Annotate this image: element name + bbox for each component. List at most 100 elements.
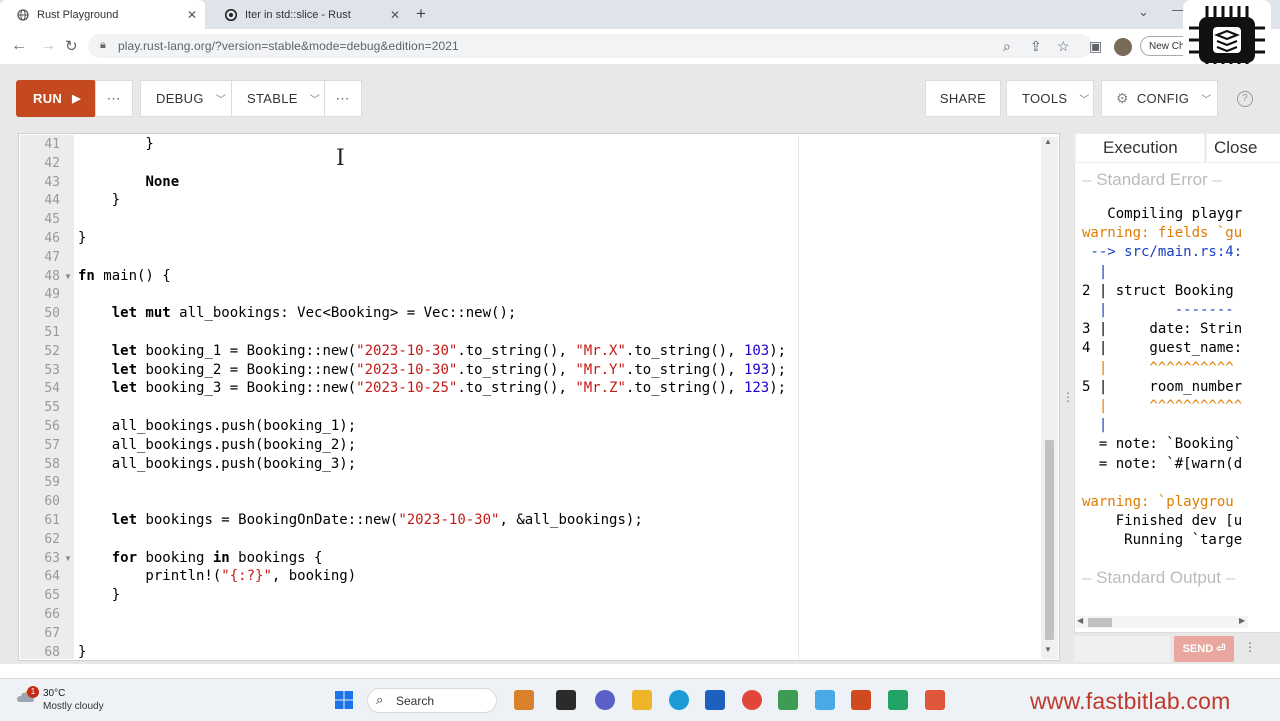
editor-scrollbar-thumb[interactable] — [1045, 440, 1054, 640]
code-line[interactable]: } — [78, 586, 120, 605]
edge-icon[interactable] — [669, 690, 689, 710]
share-button[interactable]: SHARE — [925, 80, 1001, 117]
code-line[interactable]: all_bookings.push(booking_2); — [78, 436, 356, 455]
tab-execution[interactable]: Execution — [1076, 134, 1204, 162]
send-options-icon[interactable]: ⋮ — [1244, 640, 1256, 654]
tools-button[interactable]: TOOLS ﹀ — [1006, 80, 1094, 117]
code-line[interactable]: } — [78, 191, 120, 210]
output-line: = note: `Booking` — [1082, 436, 1243, 453]
store-icon[interactable] — [705, 690, 725, 710]
tab-close-icon[interactable]: ✕ — [186, 8, 198, 22]
line-number: 43 — [44, 174, 60, 190]
code-line[interactable]: } — [78, 643, 86, 662]
channel-stable-button[interactable]: STABLE ﹀ — [231, 80, 325, 117]
line-number: 46 — [44, 231, 60, 246]
tab-rust-playground[interactable]: Rust Playground ✕ — [0, 0, 205, 29]
paint-icon[interactable] — [778, 690, 798, 710]
terminal-icon[interactable] — [556, 690, 576, 710]
code-line[interactable]: println!("{:?}", booking) — [78, 567, 356, 586]
reload-icon[interactable]: ↻ — [65, 37, 78, 55]
output-line: | ------- — [1082, 302, 1234, 318]
line-number: 52 — [44, 343, 60, 359]
teams-icon[interactable] — [595, 690, 615, 710]
config-label: CONFIG — [1136, 91, 1190, 106]
side-panel-icon[interactable]: ▣ — [1089, 38, 1102, 55]
output-line: | ^^^^^^^^^^^ — [1082, 398, 1243, 414]
line-number: 45 — [44, 212, 60, 228]
pycharm-icon[interactable] — [925, 690, 945, 710]
stdout-header-text: Standard Output — [1096, 568, 1221, 587]
forward-arrow-icon[interactable]: → — [40, 37, 56, 55]
code-line[interactable]: let booking_3 = Booking::new("2023-10-25… — [78, 379, 786, 398]
new-tab-plus-icon[interactable]: + — [416, 4, 426, 24]
advanced-options-button[interactable]: ⋯ — [324, 80, 362, 117]
more-dots-icon: ⋯ — [106, 90, 122, 106]
output-line: | ^^^^^^^^^^ — [1082, 359, 1234, 376]
line-number: 44 — [44, 193, 60, 209]
text-cursor-icon: I — [336, 146, 345, 171]
line-number: 42 — [44, 155, 60, 171]
code-line[interactable]: None — [78, 173, 179, 192]
code-line[interactable]: fn main() { — [78, 267, 171, 286]
tab-close-icon[interactable]: ✕ — [389, 8, 401, 22]
line-number: 53 — [44, 362, 60, 378]
help-button[interactable]: ? — [1226, 80, 1264, 117]
code-line[interactable]: let booking_2 = Booking::new("2023-10-30… — [78, 361, 786, 380]
play-icon: ▶ — [72, 93, 81, 105]
code-line[interactable]: } — [78, 229, 86, 248]
output-line: | — [1082, 263, 1108, 280]
line-number: 60 — [44, 494, 60, 510]
code-line[interactable]: } — [78, 135, 153, 154]
lock-icon[interactable]: 🔒︎ — [100, 39, 106, 52]
run-label: RUN — [33, 91, 63, 106]
output-line: Compiling playgr — [1082, 206, 1243, 222]
code-line[interactable]: all_bookings.push(booking_3); — [78, 455, 356, 474]
config-button[interactable]: ⚙ CONFIG ﹀ — [1101, 80, 1218, 117]
code-line[interactable]: let bookings = BookingOnDate::new("2023-… — [78, 511, 643, 530]
globe-icon — [17, 8, 29, 21]
tab-search-chevron-icon[interactable]: ⌄ — [1138, 4, 1149, 20]
send-button[interactable]: SEND ⏎ — [1174, 636, 1234, 662]
line-number: 54 — [44, 381, 60, 397]
line-number: 50 — [44, 306, 60, 322]
windows-start-icon[interactable] — [334, 690, 354, 710]
profile-avatar[interactable] — [1114, 38, 1132, 56]
zoom-icon[interactable]: ⌕ — [1003, 38, 1011, 55]
fold-toggle-icon[interactable]: ▼ — [64, 554, 72, 563]
vscode-icon[interactable] — [815, 690, 835, 710]
search-icon: ⌕ — [376, 692, 384, 707]
url-text[interactable]: play.rust-lang.org/?version=stable&mode=… — [118, 39, 459, 53]
scroll-up-icon[interactable]: ▲ — [1044, 137, 1052, 146]
file-explorer-icon[interactable] — [514, 690, 534, 710]
powerpoint-icon[interactable] — [851, 690, 871, 710]
watermark: www.fastbitlab.com — [1030, 688, 1231, 714]
fold-toggle-icon[interactable]: ▼ — [64, 272, 72, 281]
tab-close-output[interactable]: Close — [1207, 134, 1280, 162]
chrome-icon[interactable] — [742, 690, 762, 710]
folder-icon[interactable] — [632, 690, 652, 710]
scroll-down-icon[interactable]: ▼ — [1044, 645, 1052, 654]
code-line[interactable]: let booking_1 = Booking::new("2023-10-30… — [78, 342, 786, 361]
tab-iter-docs[interactable]: Iter in std::slice - Rust ✕ — [208, 0, 408, 29]
line-number: 68 — [44, 644, 60, 660]
line-number: 51 — [44, 325, 60, 340]
code-line[interactable]: all_bookings.push(booking_1); — [78, 417, 356, 436]
line-number: 67 — [44, 625, 60, 641]
weather-desc[interactable]: Mostly cloudy — [43, 701, 104, 712]
code-line[interactable]: let mut all_bookings: Vec<Booking> = Vec… — [78, 304, 517, 323]
stdin-input[interactable] — [1074, 636, 1170, 662]
clion-icon[interactable] — [888, 690, 908, 710]
output-line: warning: fields `gu — [1082, 225, 1243, 242]
scroll-left-icon[interactable]: ◀ — [1077, 616, 1083, 625]
share-page-icon[interactable]: ⇪ — [1030, 38, 1042, 55]
weather-temp[interactable]: 30°C — [43, 688, 65, 699]
code-line[interactable]: for booking in bookings { — [78, 549, 323, 568]
bookmark-star-icon[interactable]: ☆ — [1057, 38, 1070, 55]
run-button[interactable]: RUN ▶ — [16, 80, 96, 117]
output-hscroll-thumb[interactable] — [1088, 618, 1112, 627]
debug-mode-button[interactable]: DEBUG ﹀ — [140, 80, 232, 117]
back-arrow-icon[interactable]: ← — [11, 37, 27, 55]
run-more-button[interactable]: ⋯ — [95, 80, 133, 117]
scroll-right-icon[interactable]: ▶ — [1239, 616, 1245, 625]
tab-title: Rust Playground — [37, 8, 119, 21]
